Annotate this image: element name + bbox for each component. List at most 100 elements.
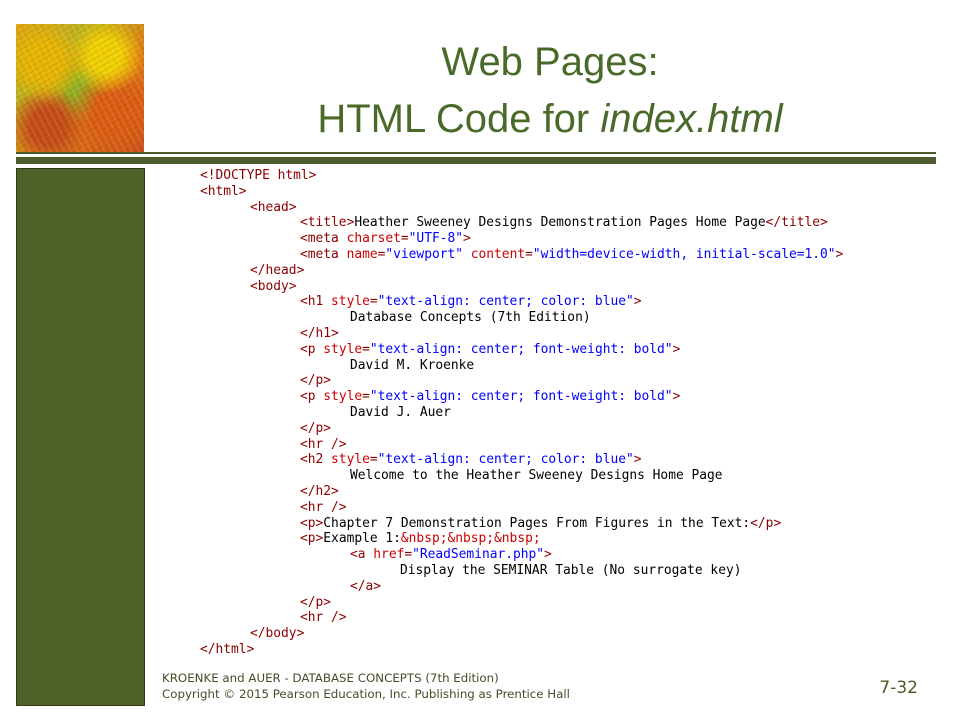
code-token-tag: </title> [765, 215, 828, 231]
code-token-attr: style [323, 341, 363, 357]
code-line: <hr /> [200, 610, 843, 626]
code-token-txt: Example 1: [323, 531, 401, 547]
code-line: <!DOCTYPE html> [200, 168, 843, 184]
code-token-txt: Database Concepts (7th Edition) [350, 310, 591, 326]
code-line: <a href="ReadSeminar.php"> [200, 547, 843, 563]
code-token-attr: content [470, 246, 526, 262]
code-token-tag: <p> [300, 515, 324, 531]
code-token-val: "text-align: center; color: blue" [377, 294, 634, 310]
code-token-tag: <hr /> [300, 436, 347, 452]
code-token-tag: = [362, 389, 370, 405]
code-token-txt: Welcome to the Heather Sweeney Designs H… [350, 468, 723, 484]
code-token-tag: </p> [300, 420, 332, 436]
code-token-tag: = [369, 452, 378, 468]
title-divider-thin [16, 152, 936, 154]
slide-title-prefix: HTML Code for [317, 97, 601, 141]
slide-footer: KROENKE and AUER - DATABASE CONCEPTS (7t… [162, 670, 570, 702]
html-code-listing: <!DOCTYPE html> <html> <head> <title>Heathe… [200, 168, 843, 658]
code-line: <meta charset="UTF-8"> [200, 231, 843, 247]
code-token-val: "text-align: center; color: blue" [377, 452, 634, 468]
code-line: <hr /> [200, 500, 843, 516]
code-line: Welcome to the Heather Sweeney Designs H… [200, 468, 843, 484]
code-token-txt: David M. Kroenke [350, 357, 475, 373]
code-token-tag: </h2> [300, 483, 339, 499]
code-line: </h1> [200, 326, 843, 342]
code-token-tag: > [633, 294, 642, 310]
code-token-tag: <html> [200, 183, 247, 199]
code-token-tag: </p> [300, 373, 332, 389]
code-token-tag: > [463, 231, 471, 247]
code-token-tag: > [544, 547, 552, 563]
code-line: </body> [200, 626, 843, 642]
code-token-tag: <a [350, 547, 374, 563]
code-line: <p>Chapter 7 Demonstration Pages From Fi… [200, 516, 843, 532]
code-token-tag: = [362, 341, 370, 357]
code-token-tag: </html> [200, 641, 255, 657]
code-line: <h2 style="text-align: center; color: bl… [200, 452, 843, 468]
code-token-tag: <body> [250, 278, 297, 294]
code-token-tag: <!DOCTYPE html> [200, 168, 317, 183]
code-line: Display the SEMINAR Table (No surrogate … [200, 563, 843, 579]
code-token-tag: <p [300, 389, 324, 405]
code-token-attr: style [331, 294, 370, 310]
code-token-attr: charset [346, 231, 401, 247]
code-line: </h2> [200, 484, 843, 500]
code-line: <meta name="viewport" content="width=dev… [200, 247, 843, 263]
code-token-attr: style [323, 389, 363, 405]
code-token-txt: Heather Sweeney Designs Demonstration Pa… [354, 215, 766, 231]
code-token-val: "text-align: center; font-weight: bold" [369, 389, 673, 405]
code-token-tag: </p> [750, 515, 782, 531]
code-line: <head> [200, 200, 843, 216]
code-token-tag: </head> [250, 262, 305, 278]
left-side-panel [16, 168, 145, 706]
code-token-txt: David J. Auer [350, 404, 451, 420]
code-token-txt: Chapter 7 Demonstration Pages From Figur… [323, 515, 751, 531]
decorative-painting-image [16, 24, 144, 152]
code-line: David J. Auer [200, 405, 843, 421]
code-token-tag: > [633, 452, 642, 468]
code-token-attr: name [346, 246, 378, 262]
code-token-tag: = [400, 231, 409, 247]
code-token-tag: <h2 [300, 452, 332, 468]
slide-title-line-1: Web Pages: [441, 40, 659, 84]
code-token-tag: > [835, 246, 844, 262]
footer-copyright: Copyright © 2015 Pearson Education, Inc.… [162, 687, 570, 701]
code-line: </head> [200, 263, 843, 279]
code-token-tag: <h1 [300, 294, 332, 310]
footer-book-title: KROENKE and AUER - DATABASE CONCEPTS (7t… [162, 671, 499, 685]
code-line: </p> [200, 373, 843, 389]
code-line: </html> [200, 642, 843, 658]
code-line: <hr /> [200, 437, 843, 453]
slide-page-number: 7-32 [879, 678, 918, 698]
code-token-tag: = [369, 294, 378, 310]
code-line: </p> [200, 421, 843, 437]
code-line: <h1 style="text-align: center; color: bl… [200, 294, 843, 310]
code-token-val: "viewport" [385, 246, 463, 262]
code-line: <p style="text-align: center; font-weigh… [200, 342, 843, 358]
code-token-tag [463, 247, 471, 262]
code-token-tag: = [525, 246, 533, 262]
code-token-tag: <meta [300, 231, 347, 247]
code-token-tag: </a> [350, 578, 382, 594]
code-token-val: "ReadSeminar.php" [412, 547, 545, 563]
code-token-tag: <head> [250, 199, 297, 215]
code-line: <p style="text-align: center; font-weigh… [200, 389, 843, 405]
code-token-tag: = [404, 547, 413, 563]
code-token-tag: > [672, 341, 681, 357]
code-token-tag: <hr /> [300, 499, 347, 515]
code-line: David M. Kroenke [200, 358, 843, 374]
code-token-tag: <meta [300, 246, 347, 262]
code-token-val: "UTF-8" [408, 231, 463, 247]
code-token-tag: </body> [250, 626, 305, 642]
code-line: <html> [200, 184, 843, 200]
code-token-attr: style [331, 452, 370, 468]
code-token-ent: &nbsp;&nbsp;&nbsp; [400, 531, 541, 547]
code-line: Database Concepts (7th Edition) [200, 310, 843, 326]
code-token-tag: <hr /> [300, 610, 347, 626]
slide-title-line-2: HTML Code for index.html [160, 95, 940, 143]
code-token-tag: <p> [300, 531, 324, 547]
code-token-tag: > [672, 389, 681, 405]
code-line: </p> [200, 595, 843, 611]
code-token-val: "width=device-width, initial-scale=1.0" [532, 246, 836, 262]
code-line: <title>Heather Sweeney Designs Demonstra… [200, 215, 843, 231]
